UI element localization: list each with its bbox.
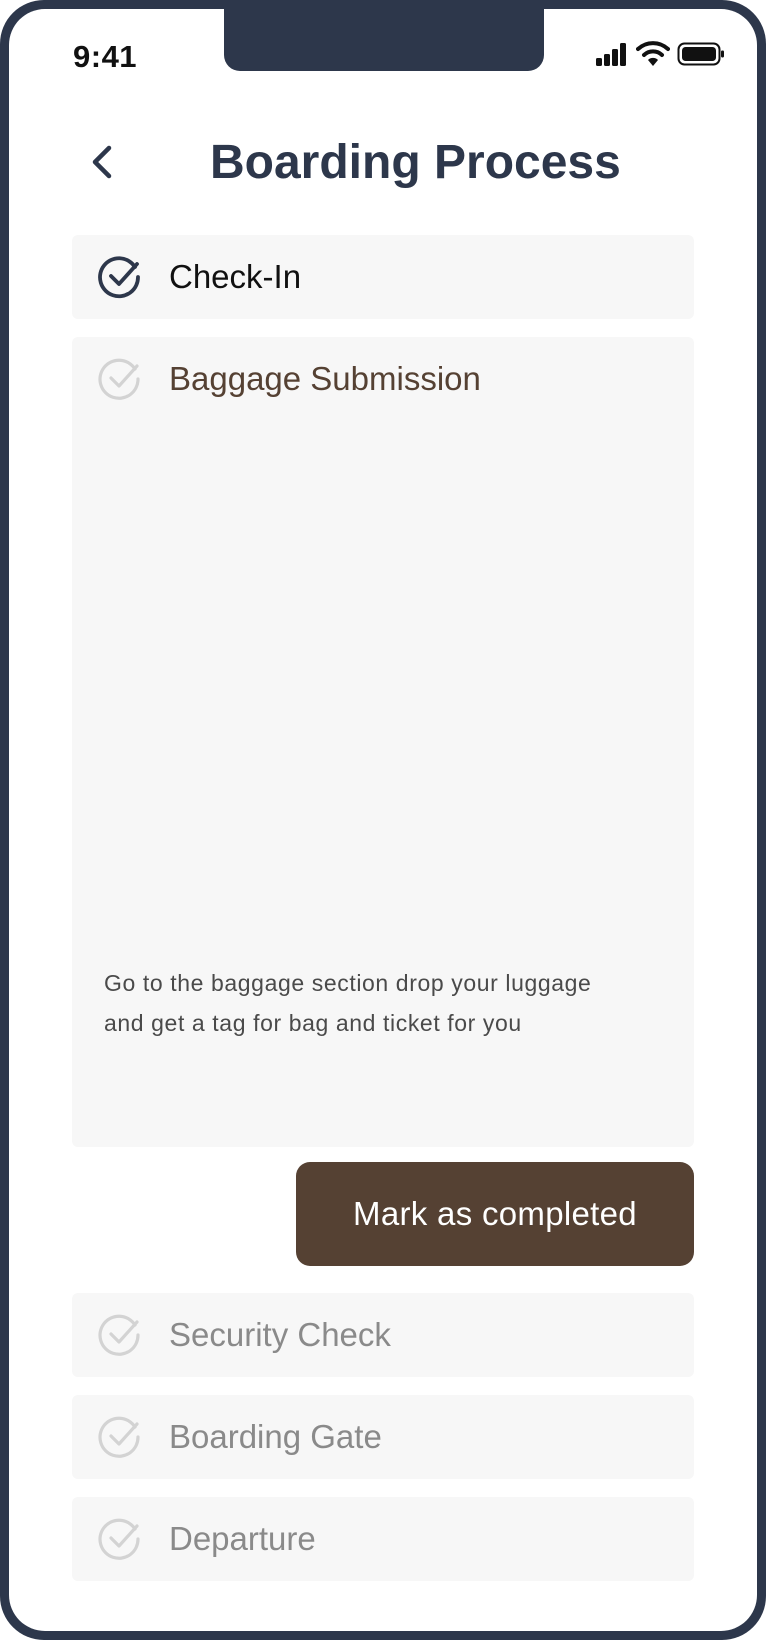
check-circle-icon — [97, 254, 143, 300]
check-circle-icon — [97, 1516, 143, 1562]
wifi-icon — [636, 41, 670, 67]
step-description: Go to the baggage section drop your lugg… — [104, 970, 592, 1036]
device-frame: 9:41 Boarding Process Check-In Baggage S… — [0, 0, 766, 1640]
status-time: 9:41 — [73, 39, 138, 74]
chevron-left-icon — [84, 137, 124, 192]
step-boarding-gate[interactable]: Boarding Gate — [72, 1395, 694, 1479]
mark-as-completed-button[interactable]: Mark as completed — [296, 1162, 694, 1266]
check-circle-icon — [97, 1414, 143, 1460]
check-circle-icon — [97, 1312, 143, 1358]
battery-icon — [677, 41, 725, 67]
step-label: Departure — [169, 1520, 316, 1557]
step-label: Security Check — [169, 1316, 391, 1353]
step-security-check[interactable]: Security Check — [72, 1293, 694, 1377]
back-button[interactable] — [84, 137, 124, 187]
step-label: Boarding Gate — [169, 1418, 382, 1455]
device-notch — [224, 9, 544, 71]
check-circle-icon — [97, 356, 143, 402]
header: Boarding Process — [84, 127, 724, 201]
page-title: Boarding Process — [210, 136, 621, 189]
cellular-signal-icon — [595, 41, 629, 67]
phone-screen: 9:41 Boarding Process Check-In Baggage S… — [9, 9, 757, 1631]
step-departure[interactable]: Departure — [72, 1497, 694, 1581]
status-icons — [595, 41, 735, 67]
step-label: Baggage Submission — [169, 360, 481, 397]
step-check-in[interactable]: Check-In — [72, 235, 694, 319]
step-label: Check-In — [169, 258, 302, 295]
step-baggage-submission[interactable]: Baggage Submission Go to the baggage sec… — [72, 337, 694, 1147]
